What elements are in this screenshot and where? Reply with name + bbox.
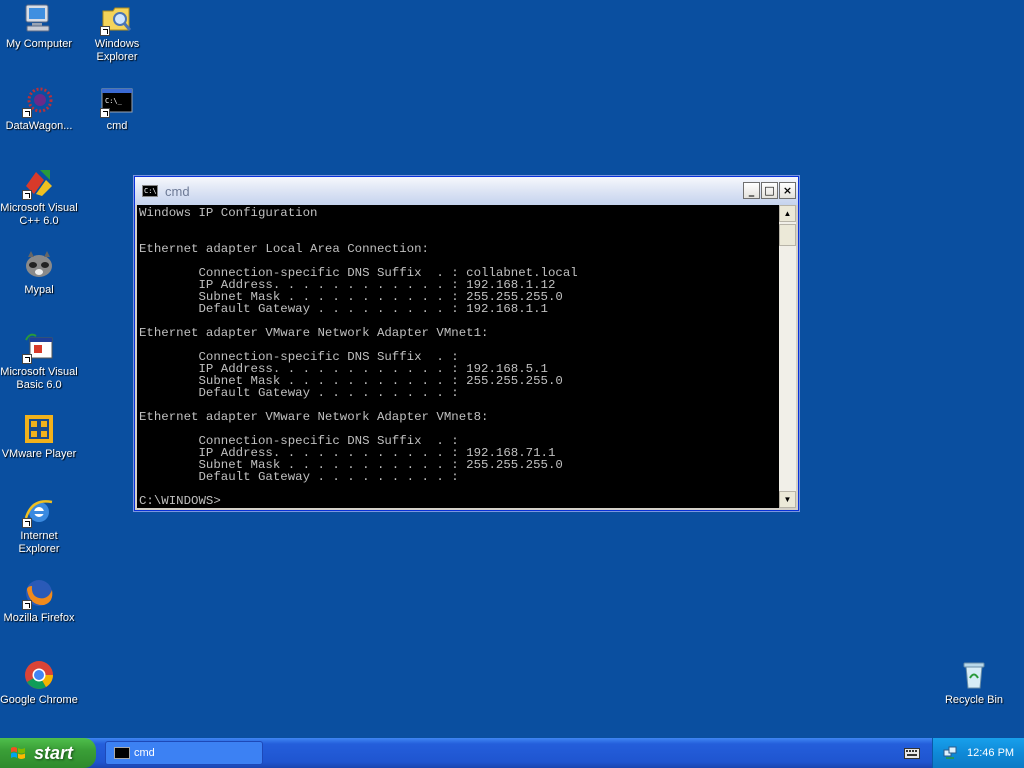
console-line: Windows IP Configuration	[139, 206, 318, 220]
desktop-icon-cmd[interactable]: C:\_ cmd	[78, 84, 156, 133]
console-line: Ethernet adapter Local Area Connection:	[139, 242, 429, 256]
desktop-icon-label: My Computer	[5, 38, 73, 50]
shortcut-arrow-icon	[22, 190, 32, 200]
desktop-icon-label: Google Chrome	[0, 694, 78, 706]
start-label: start	[34, 743, 74, 763]
taskbar-item-cmd[interactable]: cmd	[105, 741, 263, 765]
recycle-bin-icon	[957, 658, 991, 692]
cmd-window-icon[interactable]: C:\	[142, 185, 158, 197]
console-line: Ethernet adapter VMware Network Adapter …	[139, 410, 489, 424]
console-line: Default Gateway . . . . . . . . . :	[139, 386, 459, 400]
desktop-icon-windows-explorer[interactable]: Windows Explorer	[78, 2, 156, 64]
desktop-icon-mypal[interactable]: Mypal	[0, 248, 78, 297]
scroll-up-button[interactable]: ▲	[779, 205, 796, 222]
desktop-icon-visual-basic[interactable]: Microsoft Visual Basic 6.0	[0, 330, 78, 392]
taskbar: start cmd 12:46 PM	[0, 738, 1024, 768]
desktop-icon-label: Windows Explorer	[94, 38, 140, 63]
windows-flag-icon	[11, 747, 25, 759]
console-line: Default Gateway . . . . . . . . . :	[139, 470, 459, 484]
cmd-window[interactable]: C:\ cmd _ □ × Windows IP Configuration Et…	[133, 175, 800, 512]
firefox-icon	[22, 576, 56, 610]
desktop-icon-datawagon[interactable]: DataWagon...	[0, 84, 78, 133]
desktop-icon-label: Microsoft Visual C++ 6.0	[0, 202, 78, 227]
close-button[interactable]: ×	[779, 182, 796, 199]
desktop-icon-mozilla-firefox[interactable]: Mozilla Firefox	[0, 576, 78, 625]
maximize-button[interactable]: □	[761, 182, 778, 199]
desktop-icon-internet-explorer[interactable]: Internet Explorer	[0, 494, 78, 556]
desktop-icon-label: Recycle Bin	[944, 694, 1004, 706]
vertical-scrollbar[interactable]: ▲ ▼	[779, 205, 796, 508]
windows-explorer-icon	[100, 2, 134, 36]
desktop-icon-my-computer[interactable]: My Computer	[0, 2, 78, 51]
vmware-player-icon	[22, 412, 56, 446]
console-output[interactable]: Windows IP Configuration Ethernet adapter…	[137, 205, 779, 508]
chrome-icon	[22, 658, 56, 692]
desktop-icon-label: cmd	[106, 120, 128, 132]
desktop: My Computer Windows Explorer DataWagon..…	[0, 0, 1024, 738]
shortcut-arrow-icon	[100, 108, 110, 118]
scroll-thumb[interactable]	[779, 224, 796, 246]
desktop-icon-vmware-player[interactable]: VMware Player	[0, 412, 78, 461]
desktop-icon-label: Mypal	[24, 284, 54, 296]
console-line: C:\WINDOWS>	[139, 494, 221, 508]
desktop-icon-recycle-bin[interactable]: Recycle Bin	[935, 658, 1013, 707]
visual-basic-icon	[22, 330, 56, 364]
datawagon-icon	[22, 84, 56, 118]
network-tray-icon[interactable]	[943, 746, 957, 760]
console-line: Ethernet adapter VMware Network Adapter …	[139, 326, 489, 340]
desktop-icon-google-chrome[interactable]: Google Chrome	[0, 658, 78, 707]
keyboard-language-icon[interactable]	[904, 746, 920, 760]
shortcut-arrow-icon	[22, 518, 32, 528]
internet-explorer-icon	[22, 494, 56, 528]
desktop-icon-visual-cpp[interactable]: Microsoft Visual C++ 6.0	[0, 166, 78, 228]
scroll-down-button[interactable]: ▼	[779, 491, 796, 508]
shortcut-arrow-icon	[22, 108, 32, 118]
system-tray: 12:46 PM	[932, 738, 1024, 768]
desktop-icon-label: Microsoft Visual Basic 6.0	[0, 366, 78, 391]
minimize-button[interactable]: _	[743, 182, 760, 199]
cmd-window-title: cmd	[165, 184, 190, 199]
desktop-icon-label: Internet Explorer	[18, 530, 60, 555]
shortcut-arrow-icon	[22, 600, 32, 610]
cmd-titlebar[interactable]: C:\ cmd _ □ ×	[135, 177, 798, 205]
desktop-icon-label: DataWagon...	[5, 120, 73, 132]
shortcut-arrow-icon	[22, 354, 32, 364]
visual-cpp-icon	[22, 166, 56, 200]
desktop-icon-label: VMware Player	[1, 448, 77, 460]
my-computer-icon	[22, 2, 56, 36]
cmd-taskbar-icon	[114, 747, 130, 759]
mypal-raccoon-icon	[22, 248, 56, 282]
shortcut-arrow-icon	[100, 26, 110, 36]
start-button[interactable]: start	[0, 738, 96, 768]
taskbar-item-label: cmd	[134, 747, 155, 759]
console-line: Default Gateway . . . . . . . . . : 192.…	[139, 302, 548, 316]
desktop-icon-label: Mozilla Firefox	[3, 612, 75, 624]
cmd-icon: C:\_	[100, 84, 134, 118]
clock[interactable]: 12:46 PM	[967, 738, 1014, 768]
svg-text:C:\_: C:\_	[105, 97, 123, 105]
